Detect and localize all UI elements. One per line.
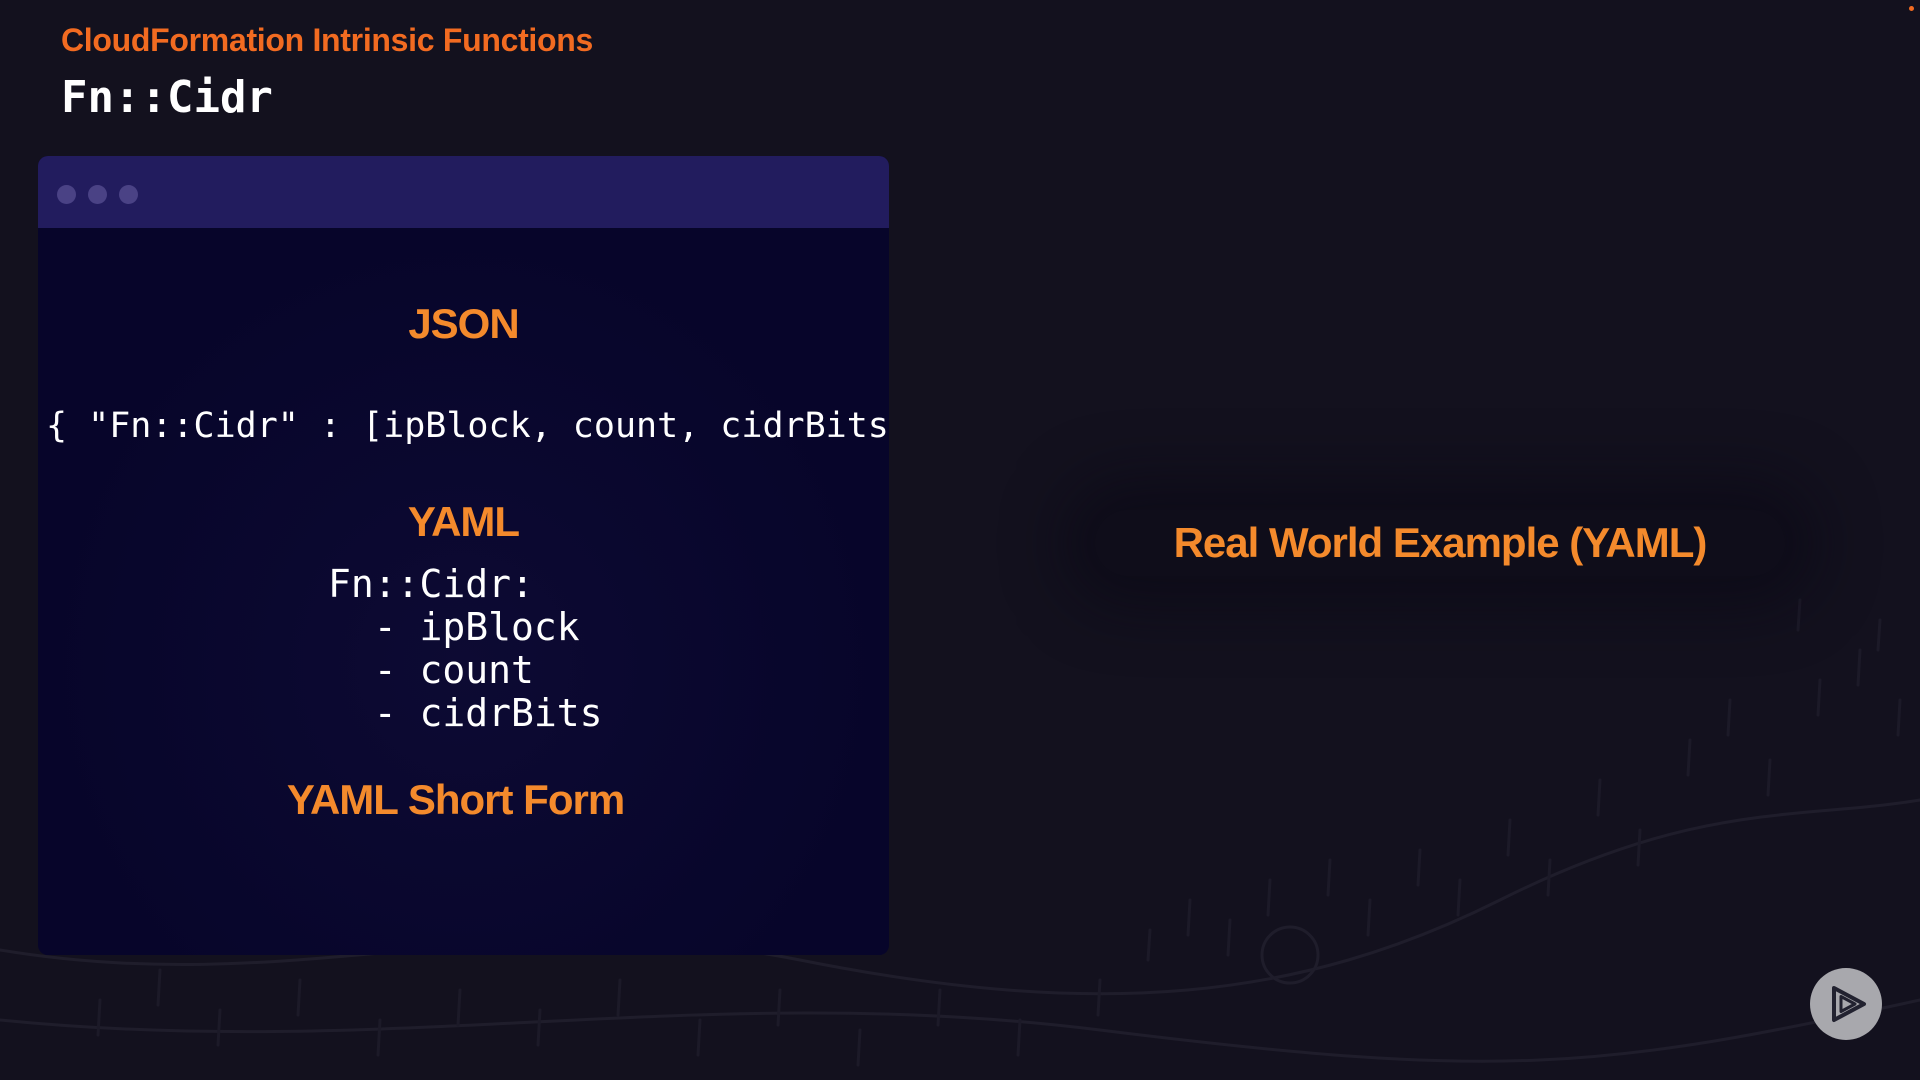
json-code: { "Fn::Cidr" : [ipBlock, count, cidrBits… <box>46 406 889 446</box>
window-dot-icon <box>88 185 107 204</box>
real-world-example-label: Real World Example (YAML) <box>1095 510 1785 576</box>
yaml-heading: YAML <box>407 498 520 545</box>
json-heading: JSON <box>408 300 519 347</box>
slide: CloudFormation Intrinsic Functions Fn::C… <box>0 0 1920 1080</box>
window-body: JSON { "Fn::Cidr" : [ipBlock, count, cid… <box>38 228 889 955</box>
page-title: Fn::Cidr <box>61 72 273 123</box>
yaml-code: Fn::Cidr: - ipBlock - count - cidrBits <box>328 562 603 735</box>
window-dot-icon <box>57 185 76 204</box>
play-icon <box>1832 986 1866 1022</box>
corner-indicator <box>1909 6 1914 11</box>
window-titlebar <box>38 156 889 228</box>
section-kicker: CloudFormation Intrinsic Functions <box>61 22 594 58</box>
play-button[interactable] <box>1810 968 1882 1040</box>
yaml-short-heading: YAML Short Form <box>286 776 625 823</box>
window-dot-icon <box>119 185 138 204</box>
code-window: JSON { "Fn::Cidr" : [ipBlock, count, cid… <box>38 156 889 955</box>
